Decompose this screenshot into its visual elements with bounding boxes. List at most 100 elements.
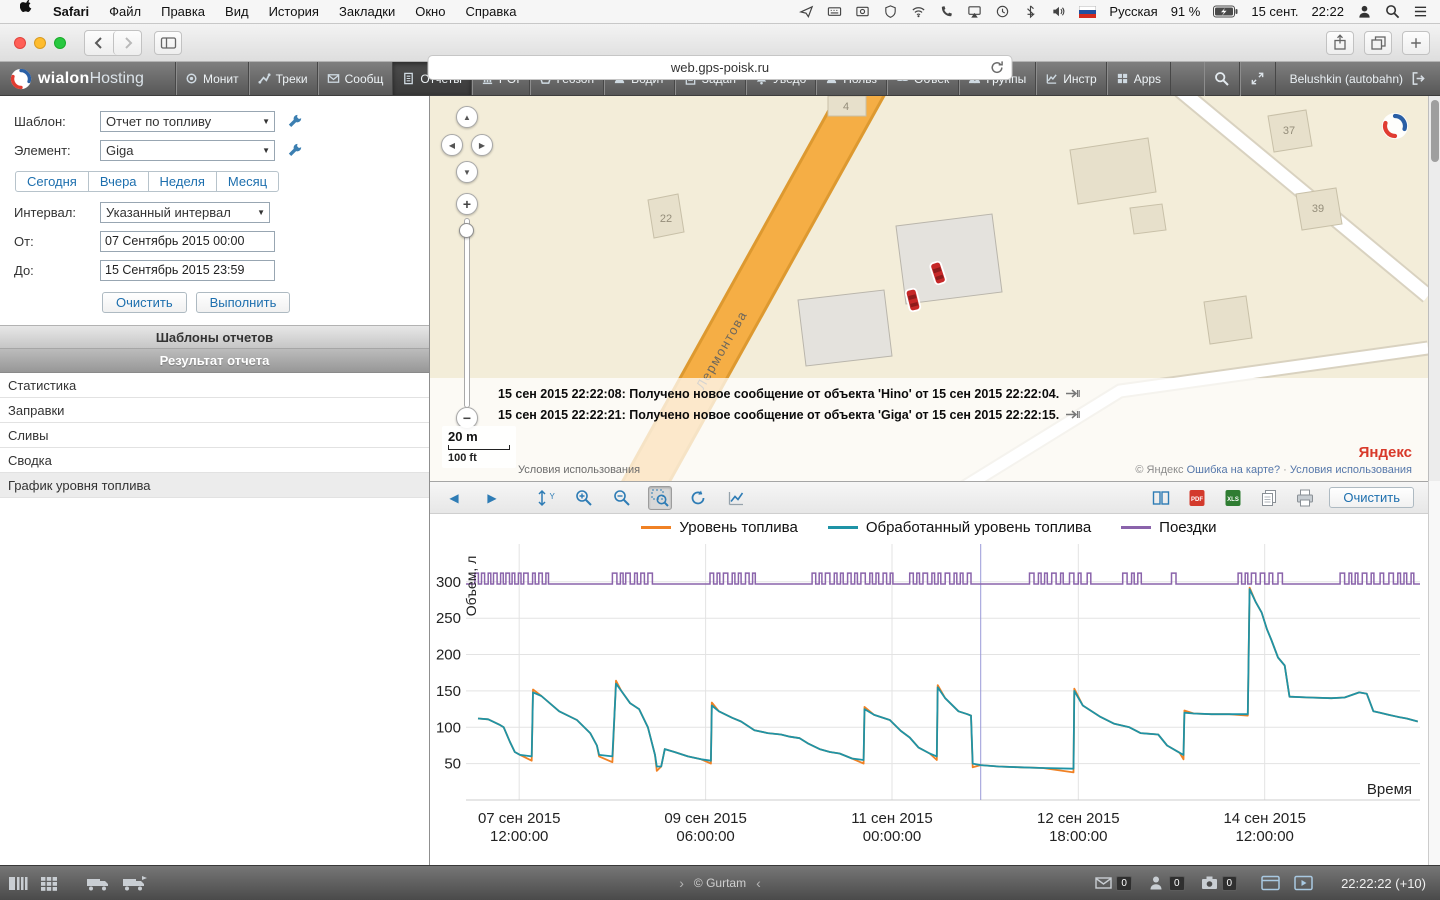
terms-link-left[interactable]: Условия использования bbox=[518, 464, 640, 476]
wifi-icon[interactable] bbox=[911, 4, 926, 19]
phone-icon[interactable] bbox=[939, 4, 954, 19]
zoom-slider-track[interactable] bbox=[464, 218, 470, 408]
back-button[interactable] bbox=[85, 31, 113, 55]
print-icon[interactable] bbox=[1293, 486, 1317, 510]
menubar-menu[interactable]: Справка bbox=[455, 0, 526, 23]
report-result-item[interactable]: График уровня топлива bbox=[0, 473, 429, 498]
refresh-chart-icon[interactable] bbox=[686, 486, 710, 510]
range-month-button[interactable]: Месяц bbox=[216, 171, 279, 192]
report-result-item[interactable]: Заправки bbox=[0, 398, 429, 423]
input-language-label[interactable]: Русская bbox=[1109, 4, 1157, 19]
airplay-icon[interactable] bbox=[967, 4, 982, 19]
range-week-button[interactable]: Неделя bbox=[148, 171, 217, 192]
reload-icon[interactable] bbox=[989, 59, 1006, 76]
execute-report-button[interactable]: Выполнить bbox=[196, 292, 291, 313]
forward-button[interactable] bbox=[113, 31, 141, 55]
screencap-icon[interactable] bbox=[855, 4, 870, 19]
apps-panel-icon[interactable] bbox=[1261, 875, 1280, 891]
notification-center-icon[interactable] bbox=[1413, 5, 1428, 18]
bluetooth-icon[interactable] bbox=[1023, 4, 1038, 19]
keyboard-icon[interactable] bbox=[827, 4, 842, 19]
menubar-menu[interactable]: Вид bbox=[215, 0, 259, 23]
apple-menu[interactable] bbox=[10, 0, 43, 23]
zoom-region-icon[interactable] bbox=[648, 486, 672, 510]
zoom-slider-handle[interactable] bbox=[459, 223, 474, 238]
fuel-level-chart[interactable]: 5010015020025030007 сен 201512:00:0009 с… bbox=[430, 540, 1428, 866]
next-page-icon[interactable]: ▶ bbox=[480, 486, 504, 510]
battery-icon[interactable] bbox=[1213, 5, 1238, 18]
clear-chart-button[interactable]: Очистить bbox=[1329, 487, 1414, 508]
address-bar[interactable]: web.gps-poisk.ru bbox=[428, 55, 1013, 80]
moving-truck-icon[interactable] bbox=[122, 875, 148, 892]
show-message-icon[interactable] bbox=[1065, 409, 1080, 420]
split-view-icon[interactable] bbox=[1149, 486, 1173, 510]
export-excel-icon[interactable]: XLS bbox=[1221, 486, 1245, 510]
bottom-panel-icon[interactable] bbox=[8, 875, 28, 892]
grid-icon[interactable] bbox=[40, 875, 58, 892]
value-axis-icon[interactable]: Y bbox=[534, 486, 558, 510]
pan-right-button[interactable]: ▶ bbox=[471, 134, 493, 156]
edit-graph-icon[interactable] bbox=[724, 486, 748, 510]
menubar-menu[interactable]: Файл bbox=[99, 0, 151, 23]
volume-icon[interactable] bbox=[1051, 4, 1066, 19]
template-settings-button[interactable] bbox=[287, 113, 303, 129]
panel-collapse-left-icon[interactable]: › bbox=[679, 875, 684, 891]
drivers-counter[interactable]: 0 bbox=[1148, 875, 1185, 891]
user-menu[interactable]: Belushkin (autobahn) bbox=[1276, 71, 1440, 86]
copy-icon[interactable] bbox=[1257, 486, 1281, 510]
nav-tab-tracks[interactable]: Треки bbox=[249, 62, 318, 95]
pan-left-button[interactable]: ◀ bbox=[441, 134, 463, 156]
menubar-date[interactable]: 15 сент. bbox=[1251, 4, 1298, 19]
report-result-item[interactable]: Статистика bbox=[0, 373, 429, 398]
zoom-window-button[interactable] bbox=[54, 37, 66, 49]
terms-link[interactable]: Условия использования bbox=[1290, 464, 1412, 476]
element-select[interactable]: Giga▼ bbox=[100, 140, 275, 161]
timemachine-icon[interactable] bbox=[995, 4, 1010, 19]
show-message-icon[interactable] bbox=[1065, 388, 1080, 399]
wialon-logo[interactable]: wialonHosting bbox=[0, 62, 176, 95]
search-button[interactable] bbox=[1204, 62, 1240, 96]
zoom-in-button[interactable]: + bbox=[456, 193, 478, 215]
gurtam-copyright[interactable]: © Gurtam bbox=[694, 876, 746, 890]
interval-select[interactable]: Указанный интервал▼ bbox=[100, 202, 270, 223]
pan-down-button[interactable]: ▼ bbox=[456, 161, 478, 183]
logout-icon[interactable] bbox=[1411, 71, 1426, 86]
panel-collapse-right-icon[interactable]: ‹ bbox=[756, 875, 761, 891]
from-date-input[interactable] bbox=[100, 231, 275, 252]
safari-sidebar-icon[interactable] bbox=[154, 31, 182, 55]
prev-page-icon[interactable]: ◀ bbox=[442, 486, 466, 510]
pan-up-button[interactable]: ▲ bbox=[456, 106, 478, 128]
clear-report-button[interactable]: Очистить bbox=[102, 292, 187, 313]
scrollbar-thumb[interactable] bbox=[1431, 100, 1439, 162]
share-icon[interactable] bbox=[1326, 31, 1354, 55]
report-result-item[interactable]: Сводка bbox=[0, 448, 429, 473]
input-language-flag-icon[interactable] bbox=[1079, 6, 1096, 18]
fullscreen-button[interactable] bbox=[1240, 62, 1276, 96]
zoom-in-icon[interactable] bbox=[572, 486, 596, 510]
vpn-icon[interactable] bbox=[883, 4, 898, 19]
nav-tab-monitoring[interactable]: Монит bbox=[176, 62, 249, 95]
sharing-icon[interactable] bbox=[799, 4, 814, 19]
close-window-button[interactable] bbox=[14, 37, 26, 49]
yandex-logo[interactable]: Яндекс bbox=[1359, 444, 1412, 461]
nav-tab-tools[interactable]: Инстр bbox=[1036, 62, 1106, 95]
menubar-menu[interactable]: Окно bbox=[405, 0, 455, 23]
minimize-window-button[interactable] bbox=[34, 37, 46, 49]
zoom-out-icon[interactable] bbox=[610, 486, 634, 510]
new-tab-icon[interactable] bbox=[1402, 31, 1430, 55]
export-pdf-icon[interactable]: PDF bbox=[1185, 486, 1209, 510]
trailer-icon[interactable] bbox=[86, 875, 110, 892]
nav-tab-apps[interactable]: Apps bbox=[1107, 62, 1171, 95]
report-error-link[interactable]: Ошибка на карте? bbox=[1187, 464, 1281, 476]
report-result-item[interactable]: Сливы bbox=[0, 423, 429, 448]
menubar-time[interactable]: 22:22 bbox=[1311, 4, 1344, 19]
menubar-menu[interactable]: Правка bbox=[151, 0, 215, 23]
spotlight-icon[interactable] bbox=[1385, 4, 1400, 19]
sms-counter[interactable]: 0 bbox=[1095, 875, 1132, 891]
to-date-input[interactable] bbox=[100, 260, 275, 281]
menubar-menu[interactable]: История bbox=[259, 0, 329, 23]
video-panel-icon[interactable] bbox=[1294, 875, 1313, 891]
template-select[interactable]: Отчет по топливу▼ bbox=[100, 111, 275, 132]
result-section-header[interactable]: Результат отчета bbox=[0, 349, 429, 373]
nav-tab-messages[interactable]: Сообщ bbox=[318, 62, 394, 95]
